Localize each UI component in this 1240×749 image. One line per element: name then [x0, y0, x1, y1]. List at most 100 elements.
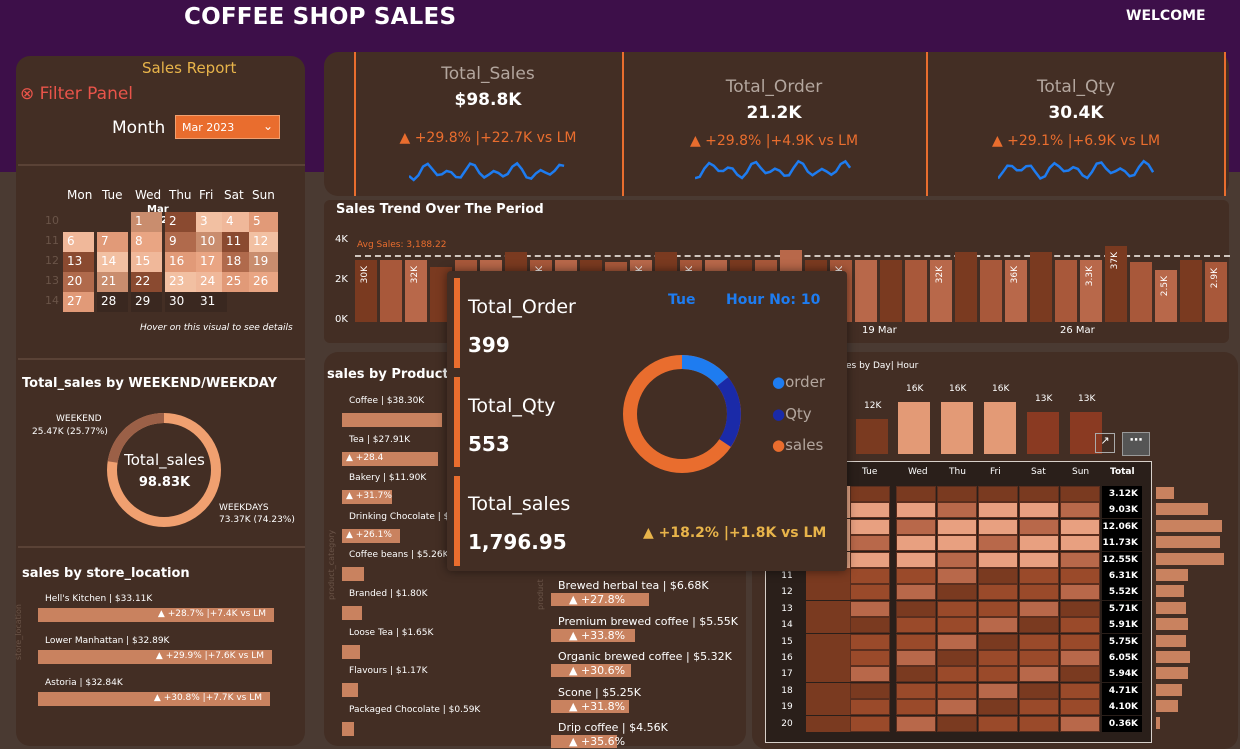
heatmap-cell[interactable] — [1060, 502, 1100, 519]
trend-bar[interactable] — [1180, 260, 1202, 322]
product-bar[interactable]: ▲ +35.6% — [551, 735, 625, 748]
trend-bar[interactable] — [1130, 262, 1152, 322]
filter-panel-button[interactable]: ⊗ Filter Panel — [20, 84, 133, 104]
product-bar[interactable]: ▲ +27.8% — [551, 593, 649, 606]
heatmap-cell[interactable] — [806, 699, 850, 716]
heatmap-cell[interactable] — [937, 486, 977, 502]
trend-bar[interactable] — [980, 260, 1002, 322]
heatmap-cell[interactable] — [1060, 518, 1100, 535]
trend-bar[interactable] — [1030, 252, 1052, 322]
calendar-date-cell[interactable]: 28 — [97, 292, 128, 312]
trend-bar[interactable] — [880, 260, 902, 322]
calendar-date-cell[interactable]: 15 — [131, 252, 162, 272]
calendar-date-cell[interactable]: 6 — [63, 232, 94, 252]
heatmap-cell[interactable] — [978, 535, 1018, 552]
heatmap-cell[interactable] — [937, 535, 977, 552]
heatmap-cell[interactable] — [896, 518, 936, 535]
calendar-date-cell[interactable]: 16 — [165, 252, 196, 272]
heatmap-cell[interactable] — [1019, 535, 1059, 552]
heatmap-cell[interactable] — [1019, 502, 1059, 519]
heatmap-cell[interactable] — [1060, 568, 1100, 584]
calendar-date-cell[interactable]: 12 — [249, 232, 278, 252]
heatmap-cell[interactable] — [978, 568, 1018, 584]
heatmap-cell[interactable] — [850, 682, 890, 699]
heatmap-cell[interactable] — [850, 518, 890, 535]
calendar-date-cell[interactable]: 14 — [97, 252, 128, 272]
heatmap-cell[interactable] — [937, 518, 977, 535]
heatmap-cell[interactable] — [896, 650, 936, 666]
heatmap-cell[interactable] — [978, 600, 1018, 617]
calendar-date-cell[interactable]: 13 — [63, 252, 94, 272]
store-bar[interactable]: ▲ +29.9% |+7.6K vs LM — [38, 650, 272, 664]
trend-bar[interactable]: 30K — [355, 260, 377, 322]
heatmap-cell[interactable] — [1019, 486, 1059, 502]
heatmap-cell[interactable] — [806, 600, 850, 617]
heatmap-cell[interactable] — [937, 600, 977, 617]
calendar-date-cell[interactable]: 19 — [249, 252, 278, 272]
heatmap-cell[interactable] — [1019, 682, 1059, 699]
heatmap-cell[interactable] — [850, 535, 890, 552]
heatmap-cell[interactable] — [1060, 633, 1100, 650]
heatmap-cell[interactable] — [850, 600, 890, 617]
heatmap-cell[interactable] — [978, 518, 1018, 535]
category-bar[interactable] — [342, 606, 362, 620]
heatmap-cell[interactable] — [937, 584, 977, 601]
calendar-date-cell[interactable]: 22 — [131, 272, 162, 292]
category-bar[interactable] — [342, 644, 360, 659]
trend-bar[interactable]: 32K — [405, 260, 427, 322]
heatmap-cell[interactable] — [1019, 633, 1059, 650]
category-bar[interactable] — [342, 413, 442, 427]
heatmap-cell[interactable] — [1019, 617, 1059, 634]
day-bar[interactable] — [856, 419, 888, 454]
heatmap-cell[interactable] — [1019, 650, 1059, 666]
store-bar[interactable]: ▲ +28.7% |+7.4K vs LM — [38, 608, 274, 622]
heatmap-cell[interactable] — [850, 715, 890, 732]
heatmap-cell[interactable] — [978, 699, 1018, 716]
trend-bar[interactable] — [380, 260, 402, 322]
product-bar[interactable]: ▲ +33.8% — [551, 628, 635, 642]
heatmap-cell[interactable] — [850, 633, 890, 650]
month-dropdown[interactable]: Mar 2023 ⌄ — [175, 115, 280, 139]
calendar-date-cell[interactable]: 9 — [165, 232, 196, 252]
category-bar[interactable]: ▲ +28.4 — [342, 451, 438, 466]
heatmap-cell[interactable] — [978, 666, 1018, 683]
calendar-date-cell[interactable]: 23 — [165, 272, 196, 292]
heatmap-cell[interactable] — [978, 551, 1018, 568]
heatmap-cell[interactable] — [1060, 650, 1100, 666]
heatmap-cell[interactable] — [806, 682, 850, 699]
product-bar[interactable]: ▲ +31.8% — [551, 699, 629, 713]
heatmap-cell[interactable] — [1060, 699, 1100, 716]
heatmap-cell[interactable] — [1060, 584, 1100, 601]
heatmap-cell[interactable] — [937, 682, 977, 699]
heatmap-cell[interactable] — [850, 666, 890, 683]
heatmap-cell[interactable] — [937, 666, 977, 683]
heatmap-cell[interactable] — [806, 666, 850, 683]
heatmap-cell[interactable] — [850, 551, 890, 568]
heatmap-cell[interactable] — [1060, 682, 1100, 699]
category-bar[interactable] — [342, 721, 354, 736]
heatmap-cell[interactable] — [1060, 486, 1100, 502]
heatmap-cell[interactable] — [978, 715, 1018, 732]
heatmap-cell[interactable] — [850, 699, 890, 716]
heatmap-cell[interactable] — [1060, 715, 1100, 732]
trend-bar[interactable] — [1055, 260, 1077, 322]
heatmap-cell[interactable] — [806, 584, 850, 601]
trend-bar[interactable]: 32K — [930, 260, 952, 322]
heatmap-cell[interactable] — [896, 633, 936, 650]
trend-bar[interactable]: 2.5K — [1155, 270, 1177, 322]
heatmap-cell[interactable] — [1019, 600, 1059, 617]
trend-bar[interactable]: 37K — [1105, 246, 1127, 322]
heatmap-cell[interactable] — [937, 715, 977, 732]
trend-bar[interactable]: 2.9K — [1205, 262, 1227, 322]
heatmap-cell[interactable] — [1019, 699, 1059, 716]
heatmap-cell[interactable] — [850, 486, 890, 502]
trend-bar[interactable]: 3.3K — [1080, 260, 1102, 322]
heatmap-cell[interactable] — [1060, 535, 1100, 552]
heatmap-cell[interactable] — [978, 486, 1018, 502]
heatmap-cell[interactable] — [896, 584, 936, 601]
heatmap-cell[interactable] — [1019, 568, 1059, 584]
heatmap-cell[interactable] — [978, 682, 1018, 699]
heatmap-cell[interactable] — [1060, 551, 1100, 568]
heatmap-cell[interactable] — [806, 650, 850, 666]
calendar-date-cell[interactable]: 20 — [63, 272, 94, 292]
